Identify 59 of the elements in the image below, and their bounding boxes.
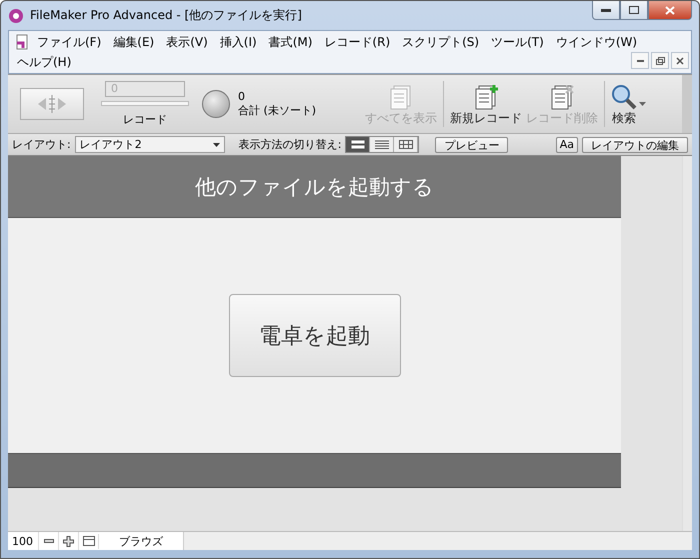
restore-button[interactable] <box>651 52 669 69</box>
close-button[interactable] <box>671 52 689 69</box>
delete-record-icon <box>549 84 575 110</box>
close-icon <box>676 56 684 64</box>
view-button[interactable] <box>394 137 418 152</box>
toggle-toolbar-button[interactable] <box>78 532 98 550</box>
layout-dropdown[interactable]: レイアウト2 <box>74 136 225 153</box>
document-icon <box>15 34 29 50</box>
minus-icon <box>44 539 54 543</box>
menu-item[interactable]: 編集(E) <box>107 32 160 52</box>
toolbar-scroll <box>682 75 692 133</box>
vertical-scrollbar[interactable] <box>682 156 692 531</box>
view-switcher[interactable] <box>345 136 420 153</box>
minimize-button[interactable] <box>592 1 620 20</box>
view-button[interactable] <box>346 137 370 152</box>
found-set-pie-icon <box>202 90 230 118</box>
plus-icon <box>63 536 74 546</box>
menu-item[interactable]: スクリプト(S) <box>396 32 486 52</box>
menu-item[interactable]: ウインドウ(W) <box>550 32 644 52</box>
menu-item[interactable]: 表示(V) <box>160 32 214 52</box>
minimize-icon <box>636 60 644 62</box>
app-logo-icon <box>8 8 24 24</box>
view-button[interactable] <box>370 137 394 152</box>
window-title: FileMaker Pro Advanced - [他のファイルを実行] <box>30 7 303 24</box>
layout-label: レイアウト: <box>12 137 71 152</box>
horizontal-scrollbar[interactable] <box>183 532 692 550</box>
menu-item[interactable]: ヘルプ(H) <box>11 52 78 72</box>
table-view-icon <box>398 140 413 149</box>
close-icon <box>665 6 675 14</box>
new-button[interactable]: 新規レコード <box>448 77 524 131</box>
maximize-button[interactable] <box>620 1 648 20</box>
window-icon <box>82 536 94 546</box>
caret-icon <box>212 142 220 146</box>
view-switch-label: 表示方法の切り替え: <box>238 137 342 152</box>
menu-item[interactable]: ファイル(F) <box>31 32 108 52</box>
header-title: 他のファイルを起動する <box>195 174 434 200</box>
edit-layout-button[interactable]: レイアウトの編集 <box>582 136 688 152</box>
form-view-icon <box>350 140 365 149</box>
total-count: 合計 (未ソート) <box>238 103 318 118</box>
maximize-icon <box>629 6 639 14</box>
close-button[interactable] <box>648 1 692 20</box>
menu-item[interactable]: 挿入(I) <box>214 32 263 52</box>
launch-calculator-button[interactable]: 電卓を起動 <box>228 294 400 377</box>
font-button[interactable]: Aa <box>556 136 578 152</box>
new-record-icon <box>473 84 499 110</box>
menu-item[interactable]: レコード(R) <box>318 32 396 52</box>
zoom-level: 100 <box>11 534 34 548</box>
menu-item[interactable]: ツール(T) <box>485 32 550 52</box>
find-button[interactable]: 検索 <box>609 77 639 131</box>
list-view-icon <box>374 140 389 149</box>
minimize-icon <box>601 8 611 12</box>
minimize-button[interactable] <box>631 52 649 69</box>
restore-icon <box>656 56 664 64</box>
record-label: レコード <box>123 112 167 127</box>
menu-item[interactable]: 書式(M) <box>262 32 318 52</box>
magnifier-icon <box>611 84 637 110</box>
preview-button[interactable]: プレビュー <box>435 136 508 152</box>
dropdown-caret-icon[interactable] <box>639 102 646 106</box>
found-count: 0 <box>238 90 246 103</box>
